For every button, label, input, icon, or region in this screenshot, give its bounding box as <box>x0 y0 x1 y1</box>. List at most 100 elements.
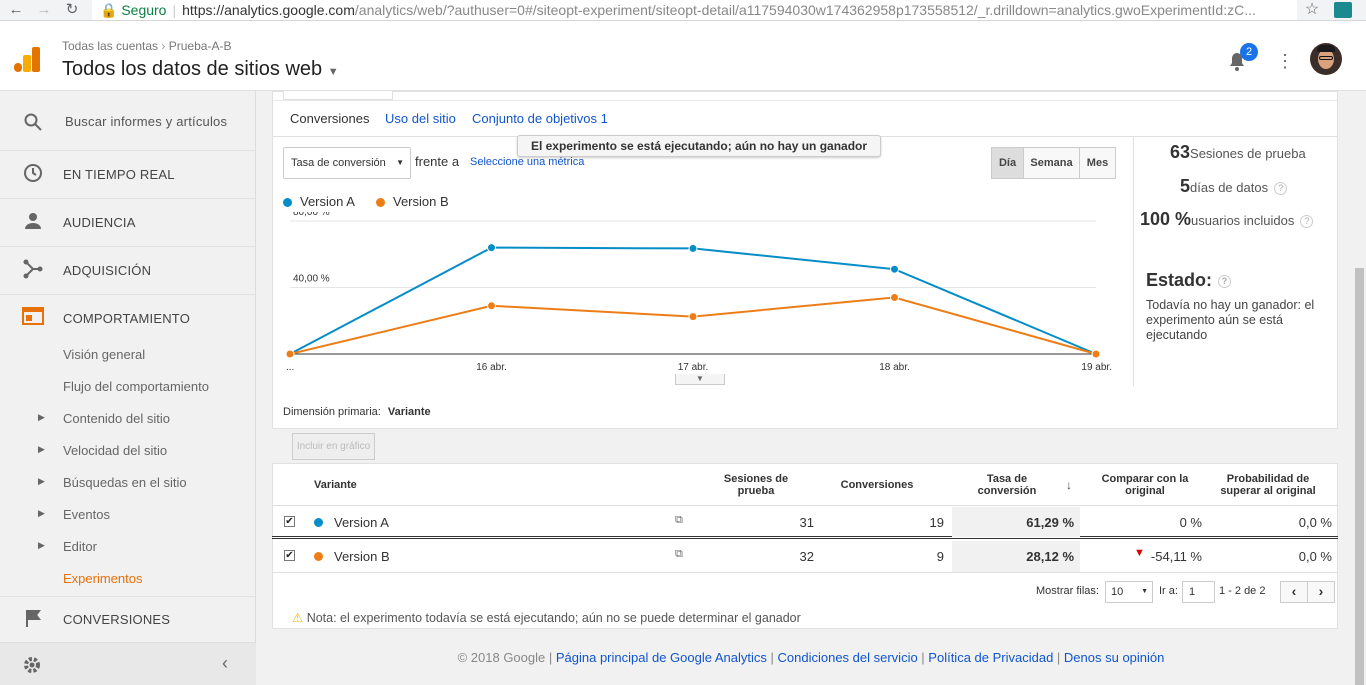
expand-arrow-icon[interactable]: ▶ <box>38 540 45 551</box>
sidebar-subitem-overview[interactable]: Visión general <box>63 347 145 362</box>
cell-compare: 0 % <box>1179 515 1202 530</box>
column-header-variant[interactable]: Variante <box>314 479 357 491</box>
expand-arrow-icon[interactable]: ▶ <box>38 444 45 455</box>
row-checkbox[interactable]: ✔ <box>284 516 295 527</box>
scrollbar-thumb[interactable] <box>1355 268 1364 685</box>
acquisition-icon <box>22 259 44 281</box>
address-bar[interactable]: 🔒 Seguro | https://analytics.google.com/an… <box>92 0 1297 20</box>
cell-conversions: 9 <box>936 549 944 564</box>
expand-arrow-icon[interactable]: ▶ <box>38 508 45 519</box>
sidebar-item-label: COMPORTAMIENTO <box>63 311 191 326</box>
column-header-probability[interactable]: Probabilidad de superar al original <box>1208 473 1328 497</box>
sidebar-item-behavior[interactable]: COMPORTAMIENTO <box>0 295 256 343</box>
extension-icon[interactable] <box>1334 2 1352 18</box>
next-page-button[interactable]: › <box>1307 581 1335 603</box>
cell-compare: -54,11 % <box>1150 549 1202 564</box>
tab-site-usage[interactable]: Uso del sitio <box>385 111 456 126</box>
legend-swatch <box>376 198 385 208</box>
metric-select[interactable]: Tasa de conversión ▼ <box>283 147 411 179</box>
search-input[interactable]: Buscar informes y artículos <box>65 114 227 129</box>
period-day-button[interactable]: Día <box>991 147 1024 179</box>
variant-name[interactable]: Version B <box>334 549 390 564</box>
help-icon[interactable]: ? <box>1274 182 1288 196</box>
primary-dimension: Dimensión primaria: Variante <box>283 406 431 418</box>
browser-toolbar: ← → ↻ 🔒 Seguro | https://analytics.google.… <box>0 0 1366 21</box>
popout-icon[interactable]: ⧉ <box>675 548 683 561</box>
period-month-button[interactable]: Mes <box>1079 147 1116 179</box>
cell-conversions: 19 <box>929 515 944 530</box>
footer-link-home[interactable]: Página principal de Google Analytics <box>556 650 767 665</box>
data-point <box>890 264 899 274</box>
show-rows-select[interactable]: 10 ▼ <box>1105 581 1153 603</box>
lock-icon: 🔒 <box>100 2 118 18</box>
page-footer: © 2018 Google | Página principal de Goog… <box>457 650 1165 665</box>
sidebar-subitem-publisher[interactable]: Editor <box>63 539 97 554</box>
legend-version-a: Version A <box>283 194 355 209</box>
sort-down-arrow-icon[interactable]: ↓ <box>1066 478 1072 492</box>
sidebar-subitem-events[interactable]: Eventos <box>63 507 110 522</box>
column-header-sessions[interactable]: Sesiones de prueba <box>712 473 800 497</box>
sidebar-item-acquisition[interactable]: ADQUISICIÓN <box>0 247 256 295</box>
sidebar-subitem-search[interactable]: Búsquedas en el sitio <box>63 475 187 490</box>
caret-down-icon: ▼ <box>1141 588 1148 595</box>
more-vert-icon[interactable]: ⋮ <box>1276 51 1294 71</box>
footer-link-feedback[interactable]: Denos su opinión <box>1064 650 1164 665</box>
help-icon[interactable]: ? <box>1300 215 1314 229</box>
expand-arrow-icon[interactable]: ▶ <box>38 412 45 423</box>
search-icon <box>22 113 44 135</box>
url-path: /analytics/web/?authuser=0#/siteopt-expe… <box>354 2 1256 18</box>
tab-goal-set[interactable]: Conjunto de objetivos 1 <box>472 111 608 126</box>
variant-name[interactable]: Version A <box>334 515 389 530</box>
y-tick-label: 80,00 % <box>293 212 330 218</box>
secure-label: Seguro <box>121 2 167 18</box>
footer-link-terms[interactable]: Condiciones del servicio <box>778 650 918 665</box>
collapse-chevron-icon[interactable]: ‹ <box>222 653 228 674</box>
table-row[interactable]: ✔ Version B ⧉ 32 9 28,12 % ▼ -54,11 % 0,… <box>272 541 1338 573</box>
sidebar-subitem-speed[interactable]: Velocidad del sitio <box>63 443 167 458</box>
x-tick-label: 19 abr. <box>1081 362 1112 373</box>
tab-conversions[interactable]: Conversiones <box>290 111 370 126</box>
table-row[interactable]: ✔ Version A ⧉ 31 19 61,29 % 0 % 0,0 % <box>272 507 1338 539</box>
help-icon[interactable]: ? <box>1218 274 1232 288</box>
x-tick-label: 18 abr. <box>879 362 910 373</box>
column-header-compare[interactable]: Comparar con la original <box>1090 473 1200 497</box>
avatar[interactable] <box>1310 43 1342 75</box>
sidebar-item-audience[interactable]: AUDIENCIA <box>0 199 256 247</box>
period-week-button[interactable]: Semana <box>1023 147 1080 179</box>
sidebar-item-label: ADQUISICIÓN <box>63 263 152 278</box>
breadcrumb[interactable]: Todas las cuentas › Prueba-A-B <box>62 39 231 53</box>
expand-arrow-icon[interactable]: ▶ <box>38 476 45 487</box>
series-line-version-b <box>289 296 1097 355</box>
column-header-conversions[interactable]: Conversiones <box>832 479 922 491</box>
view-selector[interactable]: Todos los datos de sitios web ▼ <box>62 58 339 81</box>
chart-expand-handle[interactable]: ▼ <box>675 374 725 385</box>
sidebar-item-realtime[interactable]: EN TIEMPO REAL <box>0 151 256 199</box>
goto-label: Ir a: <box>1159 585 1178 597</box>
sidebar-subitem-content[interactable]: Contenido del sitio <box>63 411 170 426</box>
gear-icon[interactable] <box>22 655 42 678</box>
popout-icon[interactable]: ⧉ <box>675 514 683 527</box>
reload-icon[interactable]: ↻ <box>62 1 82 19</box>
sidebar-subitem-experiments[interactable]: Experimentos <box>63 571 142 586</box>
sidebar: Buscar informes y artículos EN TIEMPO RE… <box>0 91 256 685</box>
goto-input[interactable]: 1 <box>1182 581 1215 603</box>
prev-page-button[interactable]: ‹ <box>1280 581 1308 603</box>
bookmark-star-icon[interactable]: ☆ <box>1302 1 1322 19</box>
select-metric-link[interactable]: Seleccione una métrica <box>470 156 584 168</box>
sidebar-subitem-flow[interactable]: Flujo del comportamiento <box>63 379 209 394</box>
status-text: Todavía no hay un ganador: el experiment… <box>1146 298 1315 342</box>
show-rows-label: Mostrar filas: <box>1036 585 1099 597</box>
data-point <box>487 301 496 311</box>
plot-rows-button[interactable]: Incluir en gráfico <box>292 433 375 460</box>
forward-arrow-icon[interactable]: → <box>34 1 54 19</box>
caret-down-icon: ▼ <box>327 66 339 78</box>
url-host: https://analytics.google.com <box>182 2 355 18</box>
column-header-rate[interactable]: Tasa de conversión <box>962 473 1052 497</box>
sidebar-search[interactable]: Buscar informes y artículos <box>0 98 256 151</box>
back-arrow-icon[interactable]: ← <box>6 1 26 19</box>
series-line-version-a <box>289 246 1097 355</box>
sidebar-item-conversions[interactable]: CONVERSIONES <box>0 596 256 642</box>
x-tick-label: 16 abr. <box>476 362 507 373</box>
footer-link-privacy[interactable]: Política de Privacidad <box>928 650 1053 665</box>
row-checkbox[interactable]: ✔ <box>284 550 295 561</box>
